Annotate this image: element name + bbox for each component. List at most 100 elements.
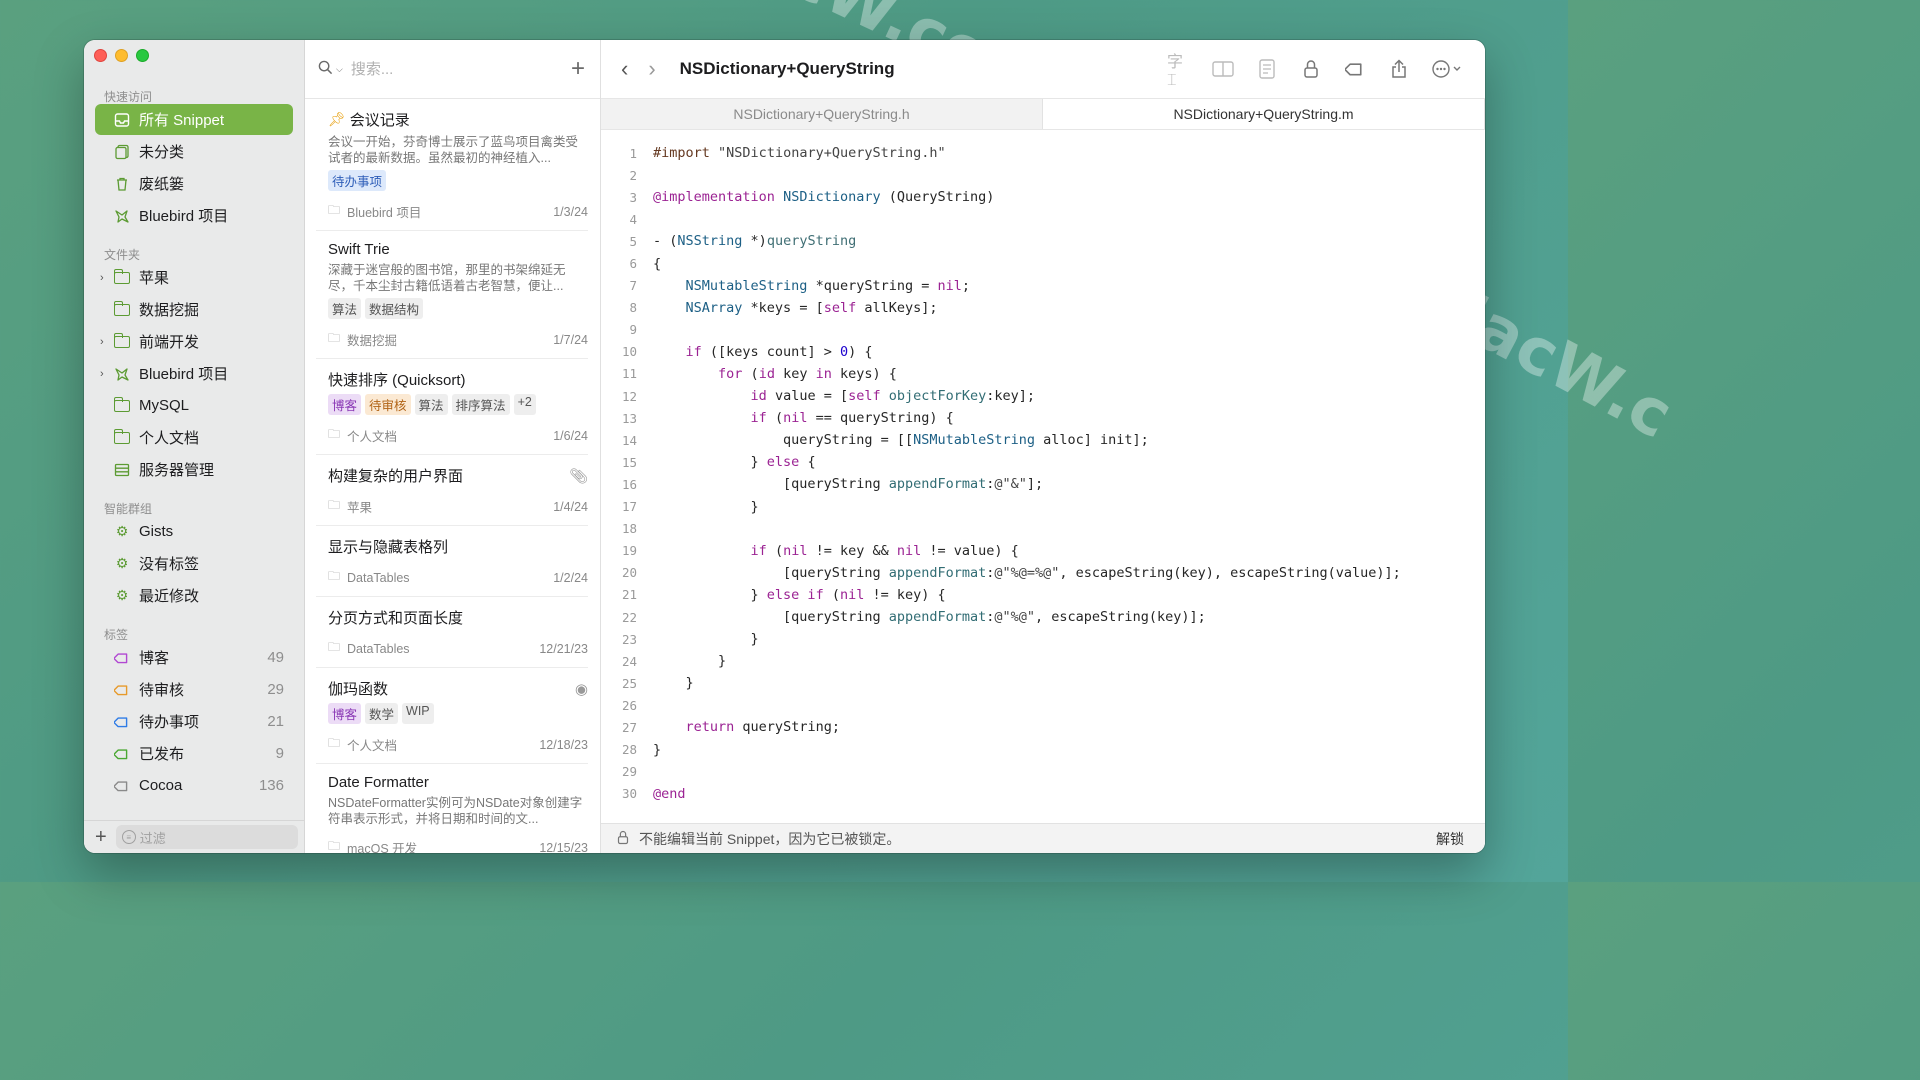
snippet-list-item[interactable]: Swift Trie 深藏于迷宫般的图书馆，那里的书架绵延无尽，千本尘封古籍低语着… bbox=[316, 231, 588, 359]
tag-pill[interactable]: 数学 bbox=[365, 703, 399, 724]
snippet-list-item[interactable]: 📌︎ 会议记录会议一开始，芬奇博士展示了蓝鸟项目禽类受试者的最新数据。虽然最初的神… bbox=[316, 99, 588, 231]
code-line: 8 NSArray *keys = [self allKeys]; bbox=[629, 299, 938, 316]
text-format-icon[interactable]: 字⌶ bbox=[1167, 54, 1191, 89]
tag-pill[interactable]: WIP bbox=[402, 703, 434, 724]
tag-pill[interactable]: 博客 bbox=[328, 703, 362, 724]
tab-header-file[interactable]: NSDictionary+QueryString.h bbox=[601, 99, 1043, 129]
filter-icon: ≡ bbox=[121, 830, 136, 844]
tab-implementation-file[interactable]: NSDictionary+QueryString.m bbox=[1043, 99, 1485, 129]
lock-icon[interactable] bbox=[1299, 57, 1323, 81]
chevron-down-icon[interactable]: ⌵ bbox=[336, 64, 343, 75]
snippet-folder: 个人文档 bbox=[347, 739, 398, 753]
sidebar-item-all-snippets[interactable]: 所有 Snippet bbox=[95, 104, 293, 135]
code-line: 21 } else if (nil != key) { bbox=[621, 586, 946, 603]
snippet-footer: 🗀︎ 个人文档 1/6/24 bbox=[328, 425, 588, 446]
more-options-icon[interactable] bbox=[1431, 57, 1467, 81]
snippet-folder: DataTables bbox=[347, 641, 410, 656]
add-snippet-button[interactable]: + bbox=[571, 57, 585, 81]
tag-count: 21 bbox=[267, 713, 284, 730]
tag-count: 49 bbox=[267, 649, 284, 666]
snippet-description: 会议一开始，芬奇博士展示了蓝鸟项目禽类受试者的最新数据。虽然最初的神经植入... bbox=[328, 135, 579, 165]
snippet-list-item[interactable]: 快速排序 (Quicksort) 博客 待审核 算法 排序算法 +2 🗀︎ 个人文档 1/6/2… bbox=[316, 359, 588, 455]
sidebar-item-folder-mysql[interactable]: MySQL bbox=[95, 390, 293, 421]
snippet-date: 1/2/24 bbox=[553, 570, 588, 585]
add-icon[interactable]: + bbox=[95, 827, 107, 847]
sidebar-item-folder-personal[interactable]: 个人文档 bbox=[95, 422, 293, 453]
snippet-date: 1/3/24 bbox=[553, 204, 588, 219]
code-editor[interactable]: 1 #import "NSDictionary+QueryString.h" 2 … bbox=[601, 130, 1485, 823]
sidebar-item-trash[interactable]: 废纸篓 bbox=[95, 168, 293, 199]
sidebar-item-tag-todo[interactable]: 待办事项 21 bbox=[95, 706, 293, 737]
sidebar-item-folder-servers[interactable]: 服务器管理 bbox=[95, 454, 293, 485]
sidebar-item-tag-review[interactable]: 待审核 29 bbox=[95, 674, 293, 705]
snippet-list-item[interactable]: 分页方式和页面长度 🗀︎ DataTables 12/21/23 bbox=[316, 597, 588, 668]
code-line: 14 queryString = [[NSMutableString alloc… bbox=[621, 432, 1149, 449]
zoom-button[interactable] bbox=[136, 49, 149, 62]
pin-icon: 📌︎ bbox=[328, 111, 346, 127]
sidebar-item-tag-blog[interactable]: 博客 49 bbox=[95, 642, 293, 673]
sidebar-item-folder-datamining[interactable]: 数据挖掘 bbox=[95, 294, 293, 325]
tag-pill[interactable]: +2 bbox=[513, 394, 536, 415]
back-button[interactable]: ‹ bbox=[621, 56, 628, 82]
snippet-list-item[interactable]: 伽玛函数 博客 数学 WIP 🗀︎ 个人文档 12/18/23 ◉ bbox=[316, 668, 588, 764]
sidebar-item-label: 所有 Snippet bbox=[139, 112, 225, 129]
sidebar-item-uncategorized[interactable]: 未分类 bbox=[95, 136, 293, 167]
filter-field[interactable]: ≡ 过滤 bbox=[115, 825, 298, 849]
chevron-right-icon[interactable]: › bbox=[100, 272, 104, 284]
sidebar-item-label: Bluebird 项目 bbox=[139, 366, 229, 383]
tag-pill[interactable]: 博客 bbox=[328, 394, 362, 415]
tag-pill[interactable]: 算法 bbox=[414, 394, 448, 415]
sidebar-item-folder-apple[interactable]: › 苹果 bbox=[95, 262, 293, 293]
tag-icon[interactable] bbox=[1343, 57, 1367, 81]
code-line: 7 NSMutableString *queryString = nil; bbox=[629, 277, 971, 294]
tag-pill[interactable]: 数据结构 bbox=[365, 298, 424, 319]
snippet-footer: 🗀︎ Bluebird 项目 1/3/24 bbox=[328, 201, 588, 222]
sidebar-item-tag-cocoa[interactable]: Cocoa 136 bbox=[95, 770, 293, 801]
tag-pill[interactable]: 待审核 bbox=[365, 394, 411, 415]
snippet-folder: macOS 开发 bbox=[347, 842, 418, 853]
folder-icon bbox=[113, 268, 130, 286]
tag-icon bbox=[114, 714, 130, 730]
snippet-list-item[interactable]: Date Formatter NSDateFormatter实例可为NSDate对… bbox=[316, 764, 588, 853]
documents-icon bbox=[114, 144, 130, 160]
sidebar-item-untagged[interactable]: ⚙ 没有标签 bbox=[95, 548, 293, 579]
tag-pill[interactable]: 算法 bbox=[328, 298, 362, 319]
preview-icon[interactable] bbox=[1255, 57, 1279, 81]
github-icon: ◉ bbox=[574, 681, 588, 698]
sidebar-item-label: 苹果 bbox=[139, 270, 170, 287]
forward-button[interactable]: › bbox=[648, 56, 655, 82]
folder-icon bbox=[113, 300, 130, 318]
lock-icon bbox=[617, 830, 629, 848]
sidebar-item-gists[interactable]: ⚙ Gists bbox=[95, 516, 293, 547]
close-button[interactable] bbox=[94, 49, 107, 62]
tag-pill[interactable]: 排序算法 bbox=[451, 394, 510, 415]
snippet-date: 1/7/24 bbox=[553, 332, 588, 347]
split-view-icon[interactable] bbox=[1211, 57, 1235, 81]
unlock-button[interactable]: 解锁 bbox=[1436, 829, 1464, 849]
sidebar-item-label: 最近修改 bbox=[139, 588, 200, 605]
tag-pill[interactable]: 待办事项 bbox=[328, 170, 387, 191]
snippet-footer: 🗀︎ DataTables 12/21/23 bbox=[328, 638, 588, 659]
minimize-button[interactable] bbox=[115, 49, 128, 62]
share-icon[interactable] bbox=[1387, 57, 1411, 81]
bird-icon bbox=[114, 208, 130, 224]
chevron-right-icon[interactable]: › bbox=[100, 336, 104, 348]
folder-icon bbox=[113, 396, 130, 414]
search-icon[interactable] bbox=[318, 60, 333, 79]
sidebar-item-folder-bluebird[interactable]: › Bluebird 项目 bbox=[95, 358, 293, 389]
sidebar-item-folder-frontend[interactable]: › 前端开发 bbox=[95, 326, 293, 357]
tag-icon bbox=[114, 746, 130, 762]
snippet-title: 📌︎ 会议记录 bbox=[328, 111, 410, 129]
sidebar-item-label: 博客 bbox=[139, 650, 170, 667]
snippet-footer: 🗀︎ 个人文档 12/18/23 bbox=[328, 734, 588, 755]
sidebar-item-recent[interactable]: ⚙ 最近修改 bbox=[95, 580, 293, 611]
sidebar-item-bluebird[interactable]: Bluebird 项目 bbox=[95, 200, 293, 231]
sidebar-item-tag-published[interactable]: 已发布 9 bbox=[95, 738, 293, 769]
snippet-list-item[interactable]: 显示与隐藏表格列 🗀︎ DataTables 1/2/24 bbox=[316, 526, 588, 597]
snippet-list-item[interactable]: 构建复杂的用户界面 🗀︎ 苹果 1/4/24 📎︎ bbox=[316, 455, 588, 526]
snippet-folder: DataTables bbox=[347, 570, 410, 585]
chevron-right-icon[interactable]: › bbox=[100, 368, 104, 380]
filter-placeholder: 过滤 bbox=[139, 830, 166, 846]
search-input[interactable] bbox=[350, 60, 571, 78]
tag-icon bbox=[114, 650, 130, 666]
